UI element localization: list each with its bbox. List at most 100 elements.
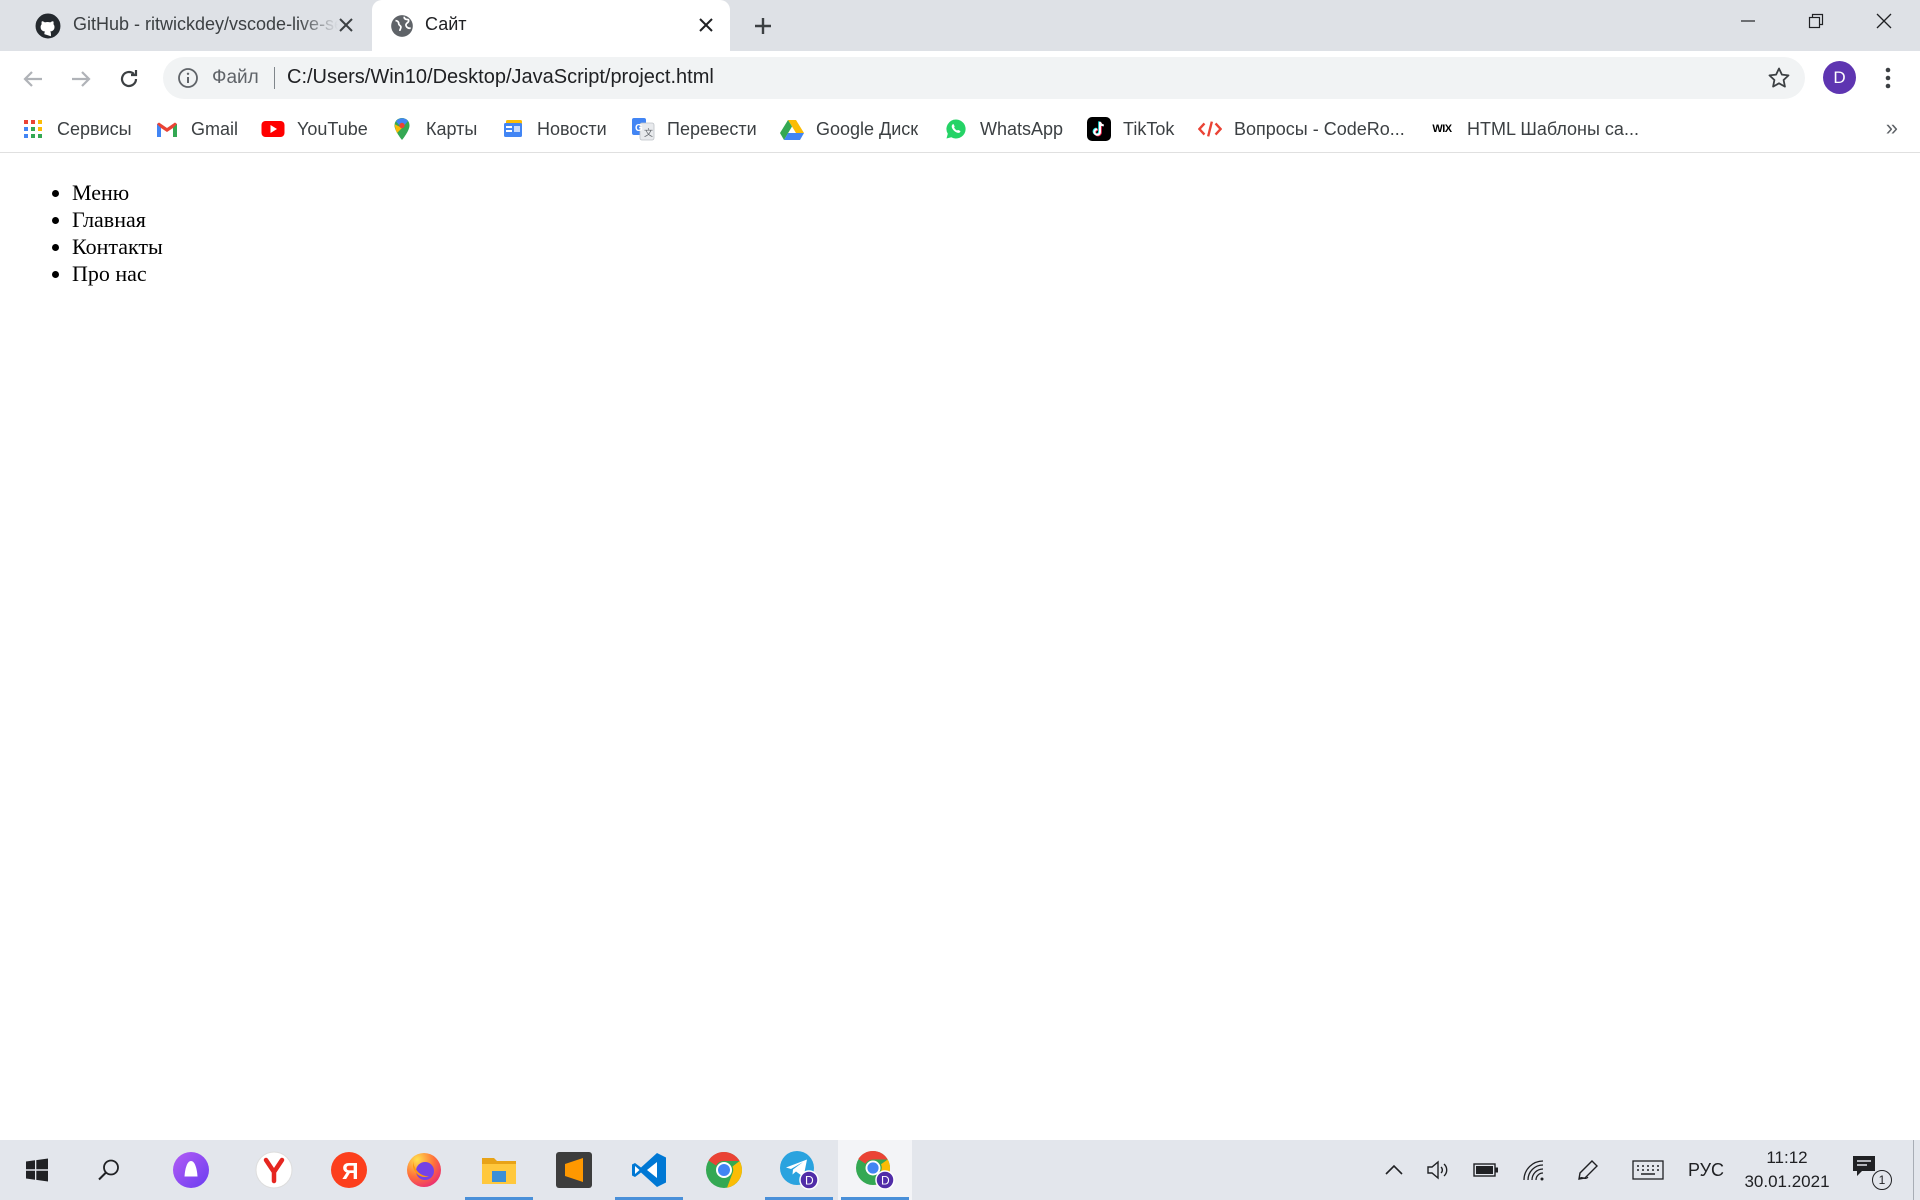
search-button[interactable] [72,1140,146,1200]
address-separator [274,67,275,89]
news-icon [501,117,525,141]
taskbar-sublime-text[interactable] [537,1140,611,1200]
input-language[interactable]: РУС [1688,1160,1724,1181]
restore-icon [1808,13,1824,29]
browser-menu-button[interactable] [1873,63,1903,93]
chevron-double-right-icon: » [1885,115,1898,140]
tab-strip: GitHub - ritwickdey/vscode-live-server С… [0,0,1920,51]
restore-button[interactable] [1782,0,1850,42]
taskbar-yandex[interactable]: Я [312,1140,386,1200]
volume-button[interactable] [1418,1140,1458,1200]
code-icon [1198,117,1222,141]
windows-icon [26,1158,48,1182]
tab-github[interactable]: GitHub - ritwickdey/vscode-live-server [8,0,372,51]
firefox-icon [407,1153,441,1187]
url-text[interactable]: C:/Users/Win10/Desktop/JavaScript/projec… [287,66,714,89]
bookmark-label: YouTube [297,118,368,139]
menu-list: Меню Главная Контакты Про нас [72,179,163,287]
star-icon[interactable] [1767,66,1791,90]
gmail-icon [155,117,179,141]
chrome-icon: D [856,1150,895,1190]
list-item: Главная [72,206,163,233]
bookmark-tiktok[interactable]: TikTok [1087,115,1174,143]
tab-close-button[interactable] [695,14,717,36]
bookmark-label: Сервисы [57,118,132,139]
minimize-button[interactable] [1714,0,1782,42]
keyboard-icon [1632,1160,1664,1180]
svg-text:文: 文 [644,127,653,138]
taskbar-alice[interactable] [154,1140,228,1200]
clock[interactable]: 11:12 30.01.2021 [1740,1146,1834,1194]
svg-text:Я: Я [342,1158,359,1184]
network-button[interactable] [1514,1140,1554,1200]
taskbar-yandex-browser[interactable] [237,1140,311,1200]
bookmark-translate[interactable]: G文 Перевести [631,115,757,143]
list-item: Контакты [72,233,163,260]
taskbar-vscode[interactable] [612,1140,686,1200]
new-tab-button[interactable] [748,11,778,41]
pen-workspace-button[interactable] [1568,1140,1608,1200]
bookmark-label: WhatsApp [980,118,1064,139]
svg-text:D: D [881,1174,890,1188]
taskbar: Я D D РУС 11:12 30.01.2021 1 [0,1140,1920,1200]
tab-close-button[interactable] [335,14,357,36]
bookmark-apps[interactable]: Сервисы [21,115,132,143]
taskbar-chrome-profile[interactable]: D [838,1140,912,1200]
sublime-text-icon [556,1152,592,1188]
yandex-browser-icon [255,1151,293,1189]
bookmark-label: HTML Шаблоны са... [1467,118,1639,139]
battery-button[interactable] [1466,1140,1506,1200]
bookmark-html-templates[interactable]: WIX HTML Шаблоны са... [1429,115,1639,143]
forward-button[interactable] [64,62,98,96]
bookmark-google-drive[interactable]: Google Диск [780,115,918,143]
bookmark-coderoad[interactable]: Вопросы - CodeRo... [1198,115,1405,143]
minimize-icon [1741,20,1755,22]
profile-avatar[interactable]: D [1823,61,1856,94]
taskbar-chrome[interactable] [687,1140,761,1200]
bookmarks-overflow-button[interactable]: » [1886,115,1898,141]
apps-grid-icon [21,117,45,141]
bookmark-news[interactable]: Новости [501,115,607,143]
telegram-icon: D [780,1151,819,1190]
info-icon[interactable] [177,67,199,89]
taskbar-telegram[interactable]: D [762,1140,836,1200]
folder-icon [482,1158,516,1184]
bookmark-gmail[interactable]: Gmail [155,115,238,143]
tab-title: Сайт [425,14,467,34]
touch-keyboard-button[interactable] [1626,1140,1670,1200]
security-chip[interactable]: Файл [212,67,259,89]
drive-icon [780,117,804,141]
maps-pin-icon [390,117,414,141]
bookmark-label: Gmail [191,118,239,139]
clock-date: 30.01.2021 [1744,1172,1830,1191]
bookmark-whatsapp[interactable]: WhatsApp [944,115,1063,143]
tiktok-icon [1087,117,1111,141]
show-desktop-divider[interactable] [1913,1140,1914,1200]
close-icon [1876,13,1892,29]
bookmark-youtube[interactable]: YouTube [261,115,368,143]
vscode-icon [632,1153,666,1187]
list-item: Меню [72,179,163,206]
close-window-button[interactable] [1850,0,1918,42]
tab-title: GitHub - ritwickdey/vscode-live-server [73,14,338,34]
bookmark-label: Карты [426,118,478,139]
action-center-button[interactable]: 1 [1850,1152,1892,1192]
chevron-up-icon [1385,1164,1403,1175]
address-bar[interactable]: Файл C:/Users/Win10/Desktop/JavaScript/p… [163,57,1805,99]
battery-icon [1473,1163,1498,1177]
taskbar-file-explorer[interactable] [462,1140,536,1200]
arrow-left-icon [23,71,42,87]
bookmark-label: TikTok [1123,118,1175,139]
reload-icon [120,70,138,88]
taskbar-firefox[interactable] [387,1140,461,1200]
back-button[interactable] [16,62,50,96]
show-hidden-icons-button[interactable] [1374,1140,1414,1200]
alice-assistant-icon [173,1152,209,1188]
translate-icon: G文 [631,117,655,141]
wix-icon: WIX [1432,123,1452,135]
reload-button[interactable] [112,62,146,96]
bookmark-maps[interactable]: Карты [390,115,477,143]
start-button[interactable] [0,1140,74,1200]
tab-site[interactable]: Сайт [372,0,730,51]
svg-text:G: G [635,123,643,134]
